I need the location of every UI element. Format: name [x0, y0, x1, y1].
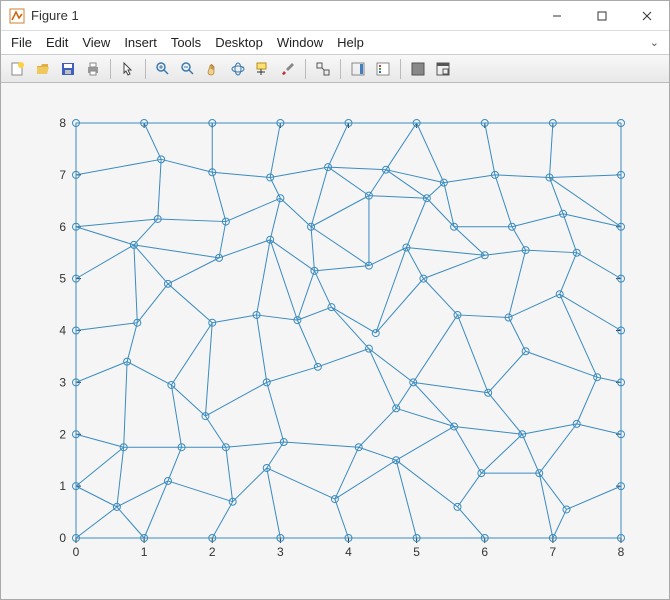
figure-window: Figure 1 File Edit View Insert Tools Des… — [0, 0, 670, 600]
menu-file[interactable]: File — [11, 35, 32, 50]
svg-text:2: 2 — [209, 545, 216, 559]
svg-text:6: 6 — [481, 545, 488, 559]
svg-text:7: 7 — [59, 168, 66, 182]
maximize-button[interactable] — [579, 1, 624, 31]
rotate3d-icon[interactable] — [227, 58, 249, 80]
svg-text:0: 0 — [73, 545, 80, 559]
colorbar-icon[interactable] — [347, 58, 369, 80]
zoom-out-icon[interactable] — [177, 58, 199, 80]
dock-icon[interactable] — [432, 58, 454, 80]
data-cursor-icon[interactable] — [252, 58, 274, 80]
menu-insert[interactable]: Insert — [124, 35, 157, 50]
svg-text:8: 8 — [59, 116, 66, 130]
minimize-button[interactable] — [534, 1, 579, 31]
svg-text:5: 5 — [413, 545, 420, 559]
svg-text:2: 2 — [59, 427, 66, 441]
pointer-icon[interactable] — [117, 58, 139, 80]
window-title: Figure 1 — [31, 8, 534, 23]
svg-text:4: 4 — [345, 545, 352, 559]
save-icon[interactable] — [57, 58, 79, 80]
svg-text:7: 7 — [550, 545, 557, 559]
toolbar — [1, 55, 669, 83]
menu-window[interactable]: Window — [277, 35, 323, 50]
svg-text:3: 3 — [59, 375, 66, 389]
svg-text:3: 3 — [277, 545, 284, 559]
titlebar: Figure 1 — [1, 1, 669, 31]
print-icon[interactable] — [82, 58, 104, 80]
dock-arrow-icon[interactable]: ⌄ — [650, 36, 659, 49]
legend-icon[interactable] — [372, 58, 394, 80]
zoom-in-icon[interactable] — [152, 58, 174, 80]
link-plot-icon[interactable] — [312, 58, 334, 80]
brush-icon[interactable] — [277, 58, 299, 80]
matlab-icon — [9, 8, 25, 24]
svg-text:0: 0 — [59, 531, 66, 545]
menu-help[interactable]: Help — [337, 35, 364, 50]
svg-text:1: 1 — [141, 545, 148, 559]
hide-tools-icon[interactable] — [407, 58, 429, 80]
menubar: File Edit View Insert Tools Desktop Wind… — [1, 31, 669, 55]
open-icon[interactable] — [32, 58, 54, 80]
svg-text:1: 1 — [59, 479, 66, 493]
menu-view[interactable]: View — [82, 35, 110, 50]
svg-text:4: 4 — [59, 324, 66, 338]
menu-desktop[interactable]: Desktop — [215, 35, 263, 50]
pan-icon[interactable] — [202, 58, 224, 80]
figure-area[interactable]: 0 1 2 3 4 5 6 7 8 0 1 2 3 4 5 6 7 8 — [1, 83, 669, 599]
svg-text:6: 6 — [59, 220, 66, 234]
close-button[interactable] — [624, 1, 669, 31]
menu-edit[interactable]: Edit — [46, 35, 68, 50]
new-figure-icon[interactable] — [7, 58, 29, 80]
menu-tools[interactable]: Tools — [171, 35, 201, 50]
svg-text:5: 5 — [59, 272, 66, 286]
axes[interactable]: 0 1 2 3 4 5 6 7 8 0 1 2 3 4 5 6 7 8 — [1, 83, 669, 598]
svg-text:8: 8 — [618, 545, 625, 559]
